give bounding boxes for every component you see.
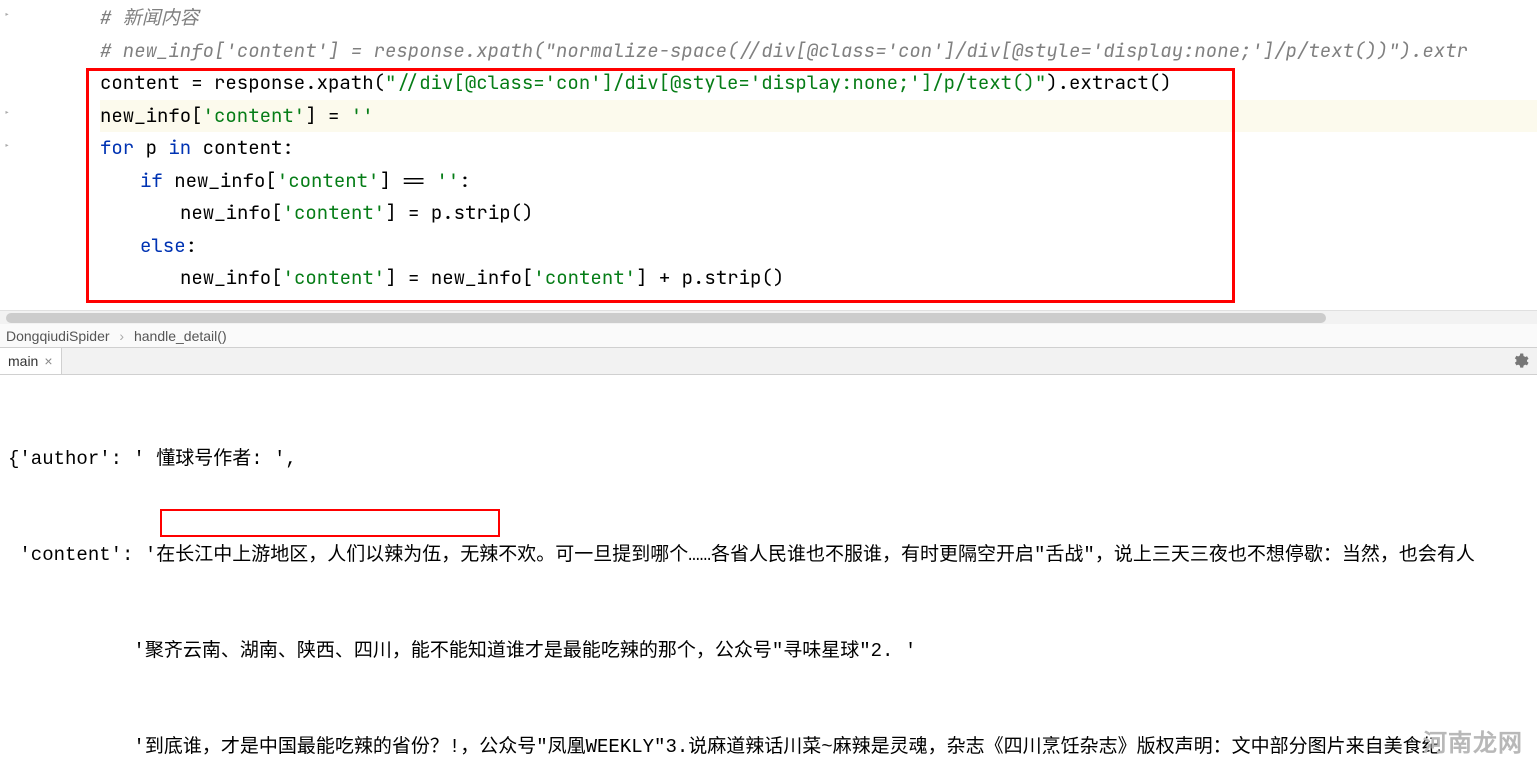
tab-bar: main ×	[0, 348, 1537, 375]
fold-marker-icon: ▸	[4, 108, 14, 118]
comment-text: # new_info['content'] = response.xpath("…	[100, 38, 1468, 63]
code-line[interactable]: # 新闻内容	[100, 2, 1537, 35]
code-line[interactable]: content = response.xpath("//div[@class='…	[100, 67, 1537, 100]
fold-marker-icon: ▸	[4, 10, 14, 20]
breadcrumb: DongqiudiSpider › handle_detail()	[0, 324, 1537, 348]
fold-marker-icon: ▸	[4, 141, 14, 151]
chevron-right-icon: ›	[113, 328, 130, 344]
comment-text: # 新闻内容	[100, 5, 199, 30]
code-line[interactable]: new_info['content'] = new_info['content'…	[100, 262, 1537, 295]
code-line[interactable]: else:	[100, 230, 1537, 263]
tab-label: main	[8, 353, 38, 369]
gear-icon[interactable]	[1511, 352, 1529, 370]
breadcrumb-item[interactable]: DongqiudiSpider	[6, 328, 110, 344]
close-icon[interactable]: ×	[44, 353, 52, 369]
horizontal-scrollbar[interactable]	[0, 310, 1537, 324]
code-lines[interactable]: # 新闻内容 # new_info['content'] = response.…	[0, 0, 1537, 295]
gutter: ▸ ▸ ▸	[0, 0, 20, 310]
code-line[interactable]: new_info['content'] = ''	[100, 100, 1537, 133]
scrollbar-thumb[interactable]	[6, 313, 1326, 323]
output-line: '到底谁，才是中国最能吃辣的省份？!，公众号"凤凰WEEKLY"3.说麻道辣话川…	[8, 731, 1529, 763]
code-line[interactable]: if new_info['content'] == '':	[100, 165, 1537, 198]
code-line[interactable]: new_info['content'] = p.strip()	[100, 197, 1537, 230]
output-line: {'author': ' 懂球号作者: ',	[8, 443, 1529, 475]
tab-main[interactable]: main ×	[0, 348, 62, 374]
code-line[interactable]: # new_info['content'] = response.xpath("…	[100, 35, 1537, 68]
code-editor[interactable]: ▸ ▸ ▸ # 新闻内容 # new_info['content'] = res…	[0, 0, 1537, 310]
output-console[interactable]: {'author': ' 懂球号作者: ', 'content': '在长江中上…	[0, 375, 1537, 768]
output-line: 'content': '在长江中上游地区，人们以辣为伍，无辣不欢。可一旦提到哪个…	[8, 539, 1529, 571]
output-line: '聚齐云南、湖南、陕西、四川，能不能知道谁才是最能吃辣的那个，公众号"寻味星球"…	[8, 635, 1529, 667]
code-line[interactable]: for p in content:	[100, 132, 1537, 165]
breadcrumb-item[interactable]: handle_detail()	[134, 328, 227, 344]
annotation-box	[160, 509, 500, 537]
